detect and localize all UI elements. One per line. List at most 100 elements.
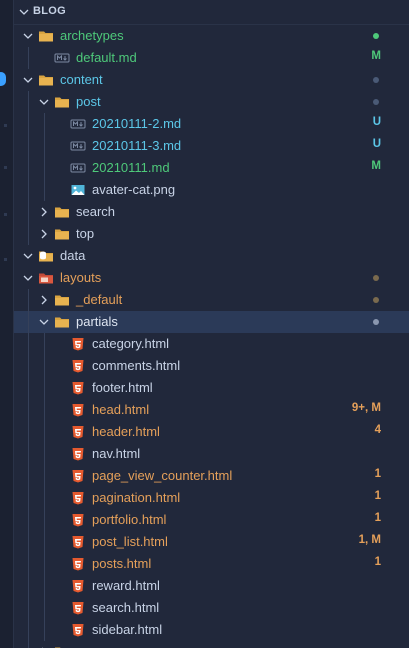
html5-file-icon <box>72 602 84 615</box>
tree-file-row[interactable]: header.html 4 <box>14 421 409 443</box>
tree-file-row[interactable]: post_list.html 1, M <box>14 531 409 553</box>
tree-file-row[interactable]: search.html <box>14 597 409 619</box>
markdown-file-icon <box>54 53 70 63</box>
layouts-folder-icon <box>39 273 53 284</box>
git-status-badge: 1 <box>374 490 381 502</box>
tree-item-label: 20210111.md <box>92 160 170 175</box>
database-folder-icon <box>39 251 53 262</box>
indent-guide <box>28 91 29 245</box>
tree-item-label: archetypes <box>60 28 124 43</box>
chevron-right-icon[interactable] <box>38 206 50 218</box>
tree-file-row[interactable]: category.html <box>14 333 409 355</box>
tree-folder-row[interactable]: content <box>14 69 409 91</box>
folder-icon <box>55 295 69 306</box>
git-status-badge: 4 <box>374 424 381 436</box>
tree-file-row[interactable]: default.md M <box>14 47 409 69</box>
git-status-badge: M <box>371 160 381 172</box>
tree-item-label: layouts <box>60 270 102 285</box>
indent-guide <box>44 333 45 641</box>
html5-file-icon <box>72 492 84 505</box>
git-status-badge: 9+, M <box>351 402 381 414</box>
chevron-right-icon[interactable] <box>38 228 50 240</box>
folder-change-dot <box>373 319 379 325</box>
tree-item-label: 20210111-2.md <box>92 116 182 131</box>
tree-file-row[interactable]: 20210111.md M <box>14 157 409 179</box>
activity-badge[interactable] <box>0 72 6 86</box>
tree-item-label: posts.html <box>92 556 152 571</box>
tree-file-row[interactable]: sidebar.html <box>14 619 409 641</box>
tree-item-label: pagination.html <box>92 490 181 505</box>
tree-file-row[interactable]: page_view_counter.html 1 <box>14 465 409 487</box>
tree-folder-row[interactable]: partials <box>14 311 409 333</box>
tree-file-row[interactable]: avater-cat.png <box>14 179 409 201</box>
chevron-down-icon[interactable] <box>22 74 34 86</box>
tree-folder-row[interactable]: data <box>14 245 409 267</box>
tree-file-row[interactable]: pagination.html 1 <box>14 487 409 509</box>
section-title: BLOG <box>33 5 66 17</box>
folder-icon <box>55 97 69 108</box>
tree-item-label: post <box>76 94 101 109</box>
tree-item-label: _default <box>76 292 123 307</box>
git-status-badge: 1, M <box>358 534 381 546</box>
file-explorer-window: BLOG archetypes default.md Mcontent post 202… <box>0 0 409 648</box>
tree-item-label: portfolio.html <box>92 512 167 527</box>
tree-folder-row[interactable]: archetypes <box>14 25 409 47</box>
html5-file-icon <box>72 448 84 461</box>
chevron-right-icon[interactable] <box>38 294 50 306</box>
tree-item-label: reward.html <box>92 578 160 593</box>
tree-file-row[interactable]: 20210111-3.md U <box>14 135 409 157</box>
image-file-icon <box>71 185 85 195</box>
html5-file-icon <box>72 558 84 571</box>
html5-file-icon <box>72 360 84 373</box>
folder-icon <box>39 75 53 86</box>
html5-file-icon <box>72 404 84 417</box>
chevron-down-icon[interactable] <box>22 250 34 262</box>
tree-item-label: comments.html <box>92 358 181 373</box>
folder-icon <box>39 31 53 42</box>
tree-file-row[interactable]: portfolio.html 1 <box>14 509 409 531</box>
tree-file-row[interactable]: nav.html <box>14 443 409 465</box>
tree-file-row[interactable]: comments.html <box>14 355 409 377</box>
folder-change-dot <box>373 297 379 303</box>
file-tree: archetypes default.md Mcontent post 20210111… <box>14 25 409 648</box>
tree-item-label: search <box>76 204 116 219</box>
tree-folder-row[interactable]: top <box>14 223 409 245</box>
tree-folder-row[interactable]: post <box>14 91 409 113</box>
markdown-file-icon <box>70 163 86 173</box>
chevron-down-icon[interactable] <box>38 316 50 328</box>
tree-item-label: search.html <box>92 600 160 615</box>
activity-marker <box>4 124 7 127</box>
indent-guide <box>28 289 29 648</box>
folder-icon <box>55 207 69 218</box>
tree-item-label: page_view_counter.html <box>92 468 233 483</box>
html5-file-icon <box>72 382 84 395</box>
explorer-section-header[interactable]: BLOG <box>14 0 409 25</box>
tree-file-row[interactable]: footer.html <box>14 377 409 399</box>
chevron-down-icon[interactable] <box>22 30 34 42</box>
tree-item-label: content <box>60 72 103 87</box>
html5-file-icon <box>72 426 84 439</box>
tree-folder-row[interactable] <box>14 641 409 648</box>
git-status-badge: U <box>372 116 381 128</box>
tree-item-label: 20210111-3.md <box>92 138 182 153</box>
folder-change-dot <box>373 275 379 281</box>
markdown-file-icon <box>70 141 86 151</box>
chevron-down-icon[interactable] <box>22 272 34 284</box>
chevron-down-icon[interactable] <box>38 96 50 108</box>
tree-file-row[interactable]: reward.html <box>14 575 409 597</box>
tree-file-row[interactable]: 20210111-2.md U <box>14 113 409 135</box>
tree-file-row[interactable]: posts.html 1 <box>14 553 409 575</box>
tree-item-label: default.md <box>76 50 137 65</box>
tree-item-label: partials <box>76 314 118 329</box>
indent-guide <box>28 47 29 69</box>
folder-change-dot <box>373 99 379 105</box>
tree-item-label: top <box>76 226 95 241</box>
folder-change-dot <box>373 77 379 83</box>
html5-file-icon <box>72 470 84 483</box>
activity-bar <box>0 0 14 648</box>
tree-folder-row[interactable]: layouts <box>14 267 409 289</box>
tree-file-row[interactable]: head.html 9+, M <box>14 399 409 421</box>
tree-folder-row[interactable]: _default <box>14 289 409 311</box>
tree-item-label: footer.html <box>92 380 153 395</box>
tree-folder-row[interactable]: search <box>14 201 409 223</box>
